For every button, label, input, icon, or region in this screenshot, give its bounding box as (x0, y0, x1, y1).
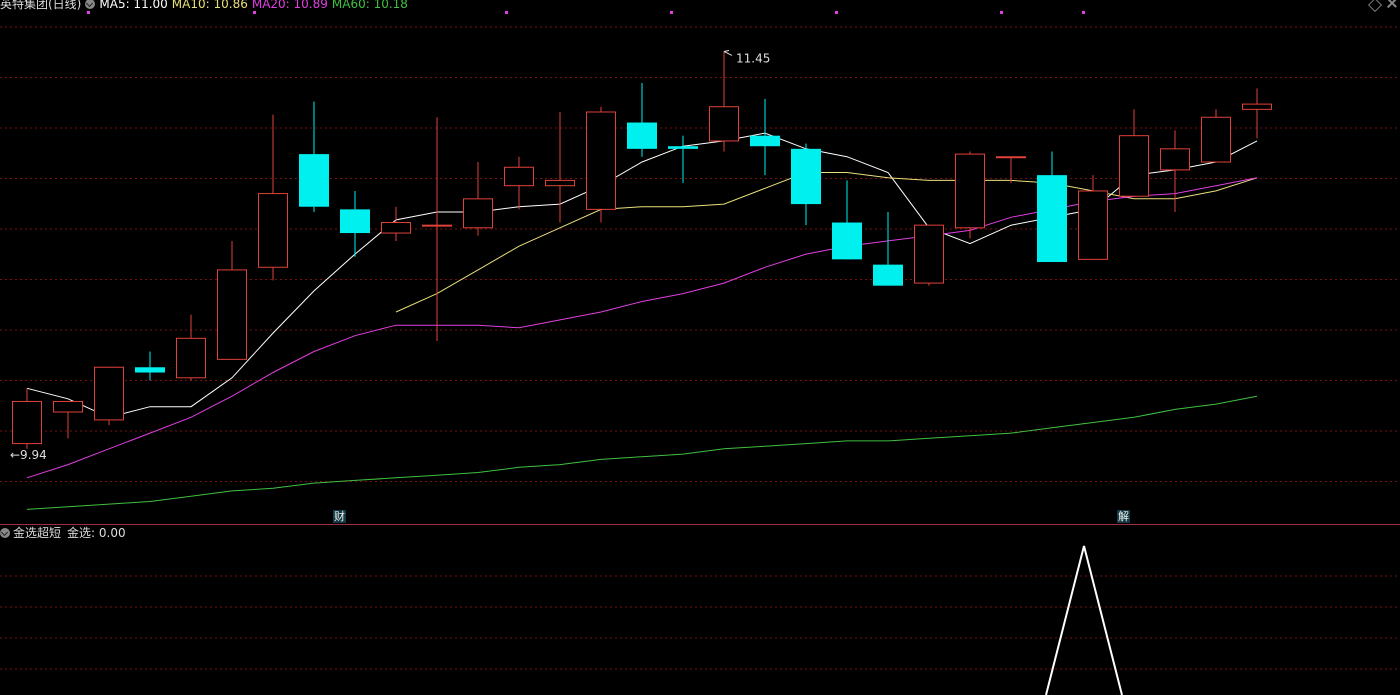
candle-body-up (1160, 148, 1190, 171)
high-arrow (723, 49, 733, 56)
low-price-label: ←9.94 (10, 448, 47, 462)
event-dot (670, 11, 673, 14)
candle-body-down (832, 222, 862, 260)
candle-body-up (1078, 190, 1108, 260)
ma-line-ma5 (26, 132, 1258, 418)
indicator-value: 金选: 0.00 (67, 526, 126, 540)
candle-body-down (791, 148, 821, 205)
candle-body-down (627, 122, 657, 149)
event-dot (1082, 11, 1085, 14)
indicator-name: 金选超短 (13, 526, 62, 540)
candle-body-up (586, 111, 616, 210)
indicator-header: 金选超短 金选: 0.00 (0, 525, 126, 541)
candle-body-up (1242, 103, 1272, 110)
stock-title: 英特集团(日线) (0, 0, 82, 11)
ma-line-ma20 (26, 177, 1258, 479)
event-dot (1000, 11, 1003, 14)
candle-body-up (176, 337, 206, 379)
candle-body-down (1037, 175, 1067, 262)
candle-body-up (709, 106, 739, 142)
ma60-label: MA60: 10.18 (331, 0, 408, 11)
candle-body-up (1201, 116, 1231, 163)
candle-body-up (422, 224, 452, 227)
candle-body-up (12, 400, 42, 445)
candle-body-down (668, 146, 698, 149)
high-price-label: 11.45 (736, 51, 770, 65)
candle-body-up (217, 269, 247, 360)
main-chart-header: 英特集团(日线) MA5: 11.00 MA10: 10.86 MA20: 10.89… (0, 0, 412, 12)
ma10-label: MA10: 10.86 (171, 0, 248, 11)
event-dot (505, 11, 508, 14)
candle-body-up (94, 366, 124, 421)
candle-body-up (545, 179, 575, 187)
ma20-label: MA20: 10.89 (251, 0, 328, 11)
financial-report-marker[interactable]: 财 (333, 510, 346, 523)
candle-body-up (53, 400, 83, 413)
candle-body-up (381, 222, 411, 234)
candle-body-up (504, 166, 534, 187)
candle-body-up (1119, 135, 1149, 197)
candle-body-down (750, 135, 780, 147)
indicator-toggle-icon[interactable] (0, 528, 10, 538)
indicator-signal-line (1045, 545, 1123, 695)
candle-body-down (135, 367, 165, 373)
candle-body-up (996, 156, 1026, 159)
ma5-label: MA5: 11.00 (99, 0, 168, 11)
ma-line-ma60 (26, 395, 1258, 510)
candle-body-up (258, 193, 288, 268)
candle-body-up (463, 198, 493, 229)
candle-body-down (873, 264, 903, 286)
candle-body-up (955, 153, 985, 229)
settings-toggle-icon[interactable] (85, 0, 96, 9)
candle-body-down (340, 209, 370, 234)
candle-body-up (914, 224, 944, 284)
event-dot (835, 11, 838, 14)
chart-canvas: 11.45 ←9.94 (0, 11, 1400, 695)
candle-body-down (299, 154, 329, 207)
close-icon[interactable] (1386, 0, 1398, 9)
unlock-marker[interactable]: 解 (1117, 510, 1130, 523)
